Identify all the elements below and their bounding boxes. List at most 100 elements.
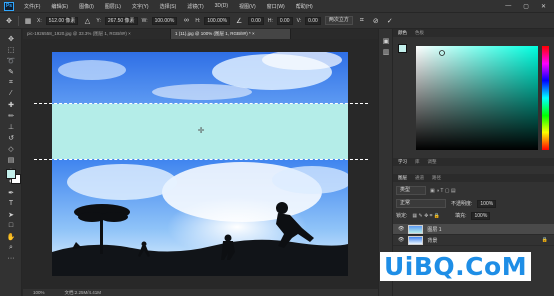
pen-tool-icon[interactable]: ✒: [0, 187, 22, 198]
type-tool-icon[interactable]: T: [0, 198, 22, 209]
interpolation-dropdown[interactable]: 两次立方: [324, 16, 353, 25]
eyedropper-tool-icon[interactable]: ⁄: [0, 88, 22, 99]
tab-adjustments[interactable]: 调整: [428, 159, 437, 165]
menu-edit[interactable]: 编辑(E): [51, 3, 68, 10]
tab-1-11-jpg[interactable]: 1 (11).jpg @ 100% (图层 1, RGB/8#) * ×: [171, 29, 291, 39]
tab-swatches[interactable]: 色板: [415, 30, 424, 36]
checkmark-icon[interactable]: ✓: [385, 16, 395, 26]
angle-field[interactable]: 0.00: [248, 16, 264, 25]
stamp-tool-icon[interactable]: ⊥: [0, 121, 22, 132]
w-field[interactable]: 100.00%: [151, 16, 178, 25]
move-tool-icon[interactable]: ✥: [4, 16, 14, 26]
divider: [18, 15, 19, 26]
layer-kind-dropdown[interactable]: 类型: [396, 186, 426, 195]
menu-select[interactable]: 选择(S): [160, 3, 177, 10]
blend-mode-dropdown[interactable]: 正常: [396, 199, 446, 208]
layer-row[interactable]: 👁 图层 1: [393, 224, 554, 235]
tab-paths[interactable]: 路径: [432, 175, 441, 181]
menu-help[interactable]: 帮助(H): [296, 3, 313, 10]
tab-layers[interactable]: 图层: [398, 175, 407, 181]
crop-tool-icon[interactable]: ⌗: [0, 77, 22, 88]
tab-color[interactable]: 颜色: [398, 30, 407, 36]
layers-panel-tabs: 图层 通道 路径: [393, 174, 554, 182]
maximize-button[interactable]: ▢: [523, 3, 529, 10]
healing-tool-icon[interactable]: ✚: [0, 99, 22, 110]
skew-v-label: V:: [296, 17, 302, 24]
link-icon[interactable]: ∞: [181, 16, 191, 26]
layer-name[interactable]: 背景: [427, 237, 437, 244]
watermark-logo: UiBQ.CoM: [380, 252, 532, 281]
app-logo: Ps: [4, 1, 14, 11]
skew-v-field[interactable]: 0.00: [305, 16, 321, 25]
tab-learn[interactable]: 学习: [398, 159, 407, 165]
menu-layer[interactable]: 图层(L): [105, 3, 121, 10]
foreground-color-swatch[interactable]: [6, 169, 16, 179]
brush-tool-icon[interactable]: ✏: [0, 110, 22, 121]
cancel-icon[interactable]: ⊘: [371, 16, 381, 26]
history-brush-icon[interactable]: ↺: [0, 132, 22, 143]
history-panel-icon[interactable]: ▣: [379, 35, 393, 46]
lasso-tool-icon[interactable]: ➰: [0, 55, 22, 66]
layer-name[interactable]: 图层 1: [427, 226, 441, 233]
tab-libraries[interactable]: 库: [415, 159, 420, 165]
menu-filter[interactable]: 滤镜(T): [187, 3, 203, 10]
marquee-tool-icon[interactable]: ⬚: [0, 44, 22, 55]
tab-pic-1926558[interactable]: pic-1926558_1920.jpg @ 33.3% (图层 1, RGB/…: [23, 29, 171, 39]
doc-size-readout: 文档:2.25M/4.41M: [64, 290, 102, 295]
color-fg-swatch-mini[interactable]: [398, 44, 407, 53]
more-tools-icon[interactable]: ···: [0, 253, 22, 264]
opacity-field[interactable]: 100%: [477, 199, 497, 208]
document-canvas[interactable]: [52, 52, 348, 276]
zoom-readout[interactable]: 100%: [33, 289, 45, 296]
lock-row: 锁定: ▦ ✎ ✥ ⌗ 🔒 填充: 100%: [396, 211, 551, 220]
canvas-image: [52, 52, 348, 276]
lock-icons[interactable]: ▦ ✎ ✥ ⌗ 🔒: [412, 213, 440, 219]
hand-tool-icon[interactable]: ✋: [0, 231, 22, 242]
skew-h-label: H:: [267, 17, 273, 24]
reference-point-icon[interactable]: ▦: [23, 16, 33, 26]
delta-icon[interactable]: △: [82, 16, 92, 26]
fill-label: 填充:: [455, 213, 467, 219]
hue-slider[interactable]: [542, 46, 549, 150]
document-tabs: pic-1926558_1920.jpg @ 33.3% (图层 1, RGB/…: [23, 29, 378, 39]
color-field[interactable]: [416, 46, 538, 150]
layer-thumbnail: [408, 224, 424, 234]
h-field[interactable]: 100.00%: [204, 16, 231, 25]
shape-tool-icon[interactable]: □: [0, 220, 22, 231]
warp-icon[interactable]: ⌗: [357, 16, 367, 26]
path-select-tool-icon[interactable]: ➤: [0, 209, 22, 220]
x-field[interactable]: 512.00 像素: [45, 16, 79, 25]
selection-edge-top: [34, 103, 368, 104]
layer-row[interactable]: 👁 背景 🔒: [393, 235, 554, 246]
menu-items: 文件(F) 编辑(E) 图像(I) 图层(L) 文字(Y) 选择(S) 滤镜(T…: [24, 3, 313, 10]
y-field[interactable]: 267.50 像素: [104, 16, 138, 25]
layers-list: 👁 图层 1 👁 背景 🔒: [393, 224, 554, 246]
eye-icon[interactable]: 👁: [398, 237, 404, 243]
menu-file[interactable]: 文件(F): [24, 3, 40, 10]
properties-panel-icon[interactable]: ▥: [379, 46, 393, 57]
menu-type[interactable]: 文字(Y): [132, 3, 149, 10]
status-bar: 100% 文档:2.25M/4.41M: [23, 289, 378, 296]
selection-edge-bottom: [34, 159, 368, 160]
quick-select-tool-icon[interactable]: ✎: [0, 66, 22, 77]
tools-panel: ✥ ⬚ ➰ ✎ ⌗ ⁄ ✚ ✏ ⊥ ↺ ◇ ▤ ◆ ● ✒ T ➤ □ ✋ ⌕ …: [0, 29, 22, 296]
zoom-tool-icon[interactable]: ⌕: [0, 242, 22, 253]
tab-channels[interactable]: 通道: [415, 175, 424, 181]
options-bar: ✥ ▦ X: 512.00 像素 △ Y: 267.50 像素 W: 100.0…: [0, 12, 554, 29]
layer-filter-row: 类型 ▣ ◑ T ▢ ▤: [396, 186, 551, 195]
menu-window[interactable]: 窗口(W): [267, 3, 285, 10]
move-tool-icon[interactable]: ✥: [0, 33, 22, 44]
close-button[interactable]: ✕: [541, 3, 546, 10]
skew-h-field[interactable]: 0.00: [276, 16, 293, 25]
menu-view[interactable]: 视图(V): [239, 3, 256, 10]
menu-3d[interactable]: 3D(D): [215, 3, 228, 10]
fill-field[interactable]: 100%: [471, 211, 491, 220]
x-label: X:: [37, 17, 42, 24]
menu-image[interactable]: 图像(I): [79, 3, 94, 10]
eye-icon[interactable]: 👁: [398, 226, 404, 232]
gradient-tool-icon[interactable]: ▤: [0, 154, 22, 165]
minimize-button[interactable]: —: [505, 3, 511, 10]
transform-center-icon[interactable]: ✛: [197, 127, 205, 135]
eraser-tool-icon[interactable]: ◇: [0, 143, 22, 154]
angle-icon: ∠: [235, 17, 243, 25]
